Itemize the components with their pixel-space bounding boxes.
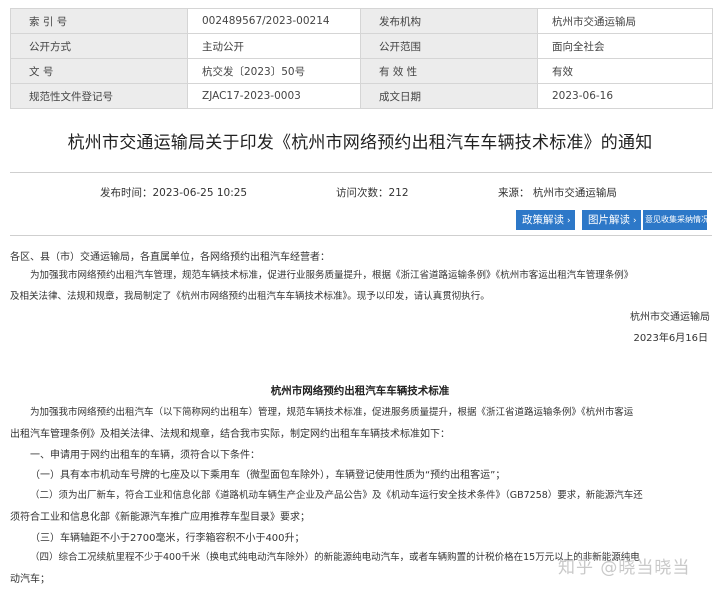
metadata-key: 发布机构 [360, 8, 538, 34]
metadata-value: 杭州市交通运输局 [537, 8, 713, 34]
zhihu-watermark: 知乎 @晓当晓当 [558, 558, 691, 578]
metadata-key: 索 引 号 [10, 8, 188, 34]
standard-line: （四）综合工况续航里程不少于400千米（换电式纯电动汽车除外）的新能源纯电动汽车… [30, 552, 640, 563]
standard-line: （一）具有本市机动车号牌的七座及以下乘用车（微型面包车除外），车辆登记使用性质为… [30, 470, 506, 481]
visit-count: 访问次数：212 [336, 187, 409, 199]
salutation: 各区、县（市）交通运输局，各直属单位，各网络预约出租汽车经营者： [10, 252, 330, 263]
feedback-adoption-label: 意见收集采纳情况 [645, 215, 707, 224]
publish-time: 发布时间：2023-06-25 10:25 [100, 187, 248, 199]
metadata-value: 主动公开 [187, 33, 361, 59]
metadata-key: 成文日期 [360, 83, 538, 109]
metadata-row: 文 号 杭交发〔2023〕50号 有 效 性 有效 [10, 58, 713, 84]
signature-date: 2023年6月16日 [633, 333, 708, 344]
document-metadata-table: 索 引 号 002489567/2023-00214 发布机构 杭州市交通运输局… [10, 8, 713, 109]
metadata-value: 面向全社会 [537, 33, 713, 59]
metadata-row: 索 引 号 002489567/2023-00214 发布机构 杭州市交通运输局 [10, 8, 713, 34]
source: 来源： 杭州市交通运输局 [498, 187, 617, 199]
metadata-key: 有 效 性 [360, 58, 538, 84]
metadata-value: 002489567/2023-00214 [187, 8, 361, 34]
image-interpretation-label: 图片解读 [588, 214, 630, 226]
letter-body-line: 为加强我市网络预约出租汽车管理，规范车辆技术标准，促进行业服务质量提升，根据《浙… [30, 270, 634, 281]
standard-title: 杭州市网络预约出租汽车车辆技术标准 [270, 385, 450, 397]
metadata-key: 文 号 [10, 58, 188, 84]
metadata-key: 公开方式 [10, 33, 188, 59]
chevron-right-icon: › [633, 216, 637, 226]
image-interpretation-button[interactable]: 图片解读 › [582, 210, 641, 230]
letter-body-line: 及相关法律、法规和规章，我局制定了《杭州市网络预约出租汽车车辆技术标准》。现予以… [10, 291, 490, 302]
standard-line: 为加强我市网络预约出租汽车（以下简称网约出租车）管理，规范车辆技术标准，促进服务… [30, 407, 634, 418]
standard-line: （二）须为出厂新车，符合工业和信息化部《道路机动车辆生产企业及产品公告》及《机动… [30, 490, 643, 501]
feedback-adoption-button[interactable]: 意见收集采纳情况 [643, 210, 707, 230]
signature: 杭州市交通运输局 [630, 312, 710, 323]
standard-line: 一、申请用于网约出租车的车辆，须符合以下条件： [30, 450, 260, 461]
metadata-value: ZJAC17-2023-0003 [187, 83, 361, 109]
metadata-value: 有效 [537, 58, 713, 84]
content-divider [10, 235, 712, 236]
title-divider [10, 172, 712, 173]
standard-line: （三）车辆轴距不小于2700毫米，行李箱容积不小于400升； [30, 533, 305, 544]
policy-interpretation-button[interactable]: 政策解读 › [516, 210, 575, 230]
standard-line: 动汽车； [10, 574, 50, 585]
metadata-key: 公开范围 [360, 33, 538, 59]
standard-line: 出租汽车管理条例》及相关法律、法规和规章，结合我市实际，制定网约出租车车辆技术标… [10, 429, 450, 440]
metadata-value: 杭交发〔2023〕50号 [187, 58, 361, 84]
metadata-value: 2023-06-16 [537, 83, 713, 109]
metadata-key: 规范性文件登记号 [10, 83, 188, 109]
document-title: 杭州市交通运输局关于印发《杭州市网络预约出租汽车车辆技术标准》的通知 [67, 133, 653, 153]
metadata-row: 规范性文件登记号 ZJAC17-2023-0003 成文日期 2023-06-1… [10, 83, 713, 109]
standard-line: 须符合工业和信息化部《新能源汽车推广应用推荐车型目录》要求； [10, 512, 310, 523]
policy-interpretation-label: 政策解读 [522, 214, 564, 226]
metadata-row: 公开方式 主动公开 公开范围 面向全社会 [10, 33, 713, 59]
chevron-right-icon: › [567, 216, 571, 226]
